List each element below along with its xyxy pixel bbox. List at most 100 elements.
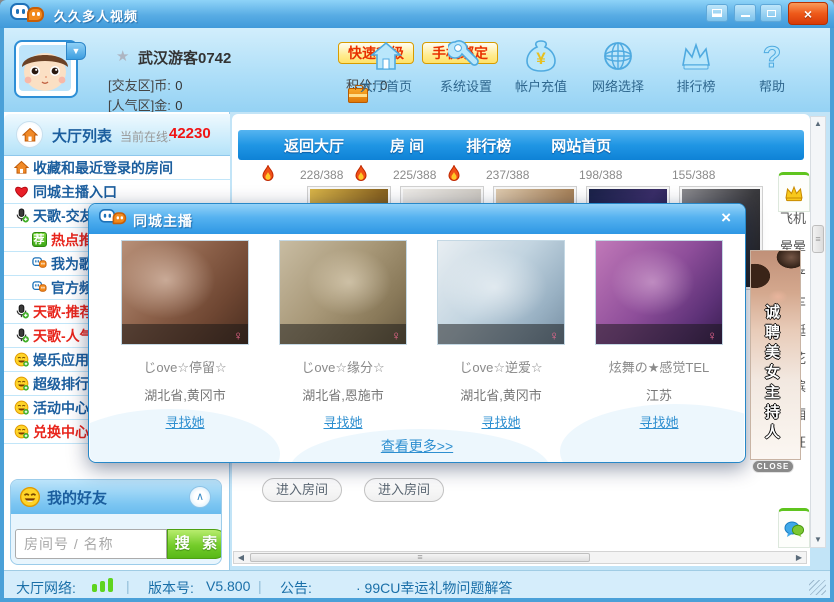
find-her-link[interactable]: 寻找她 [481, 412, 520, 431]
signal-bar-icon [100, 581, 105, 592]
tab-back-to-hall[interactable]: 返回大厅 [284, 135, 344, 156]
logo-bubbles-icon [30, 256, 48, 271]
minimize-button[interactable] [734, 4, 756, 22]
anchor-location: 湖北省,恩施市 [279, 385, 407, 404]
banner-text: 诚聘美女主持人 [765, 303, 782, 443]
anchor-photo[interactable]: ♀ [279, 240, 407, 345]
smiley-icon [19, 486, 41, 508]
modal-header[interactable]: 同城主播 × [89, 204, 745, 234]
signal-bar-icon [108, 578, 113, 592]
anchor-photo[interactable]: ♀ [595, 240, 723, 345]
find-her-link[interactable]: 寻找她 [323, 412, 362, 431]
svg-text:?: ? [763, 41, 781, 74]
nav-hall-home[interactable]: 大厅首页 [354, 38, 418, 114]
notice-label: 公告: [280, 578, 312, 598]
nav-icon-label: 系统设置 [434, 76, 498, 95]
title-bar: 久久多人视频 × [0, 0, 834, 28]
app-logo-icon [10, 3, 48, 25]
notice-text[interactable]: · 99CU幸运礼物问题解答 [356, 578, 512, 598]
female-icon: ♀ [391, 328, 401, 343]
photo-strip: ♀ [122, 324, 248, 344]
tab-website-home[interactable]: 网站首页 [551, 135, 611, 156]
nav-ranking[interactable]: 排行榜 [664, 38, 728, 114]
enter-room-button[interactable]: 进入房间 [364, 478, 444, 502]
chat-bubbles-icon [784, 520, 804, 538]
skin-button[interactable] [706, 4, 728, 22]
popularity-gold-value: 0 [175, 98, 182, 113]
network-label: 大厅网络: [16, 578, 76, 598]
vertical-scroll-thumb[interactable]: ≡ [812, 225, 824, 253]
smiley-icon [12, 424, 30, 439]
nav-account-recharge[interactable]: 帐户充值 [509, 38, 573, 114]
female-icon: ♀ [549, 328, 559, 343]
scroll-down-arrow[interactable]: ▼ [812, 534, 824, 546]
banner-close-button[interactable]: CLOSE [752, 460, 794, 473]
resize-grip[interactable] [809, 580, 826, 595]
popularity-gold-label: [人气区]金: [108, 98, 171, 113]
room-search-input[interactable] [15, 529, 167, 559]
enter-room-button[interactable]: 进入房间 [262, 478, 342, 502]
nav-icon-label: 大厅首页 [354, 76, 418, 95]
globe-icon [600, 38, 636, 74]
find-her-link[interactable]: 寻找她 [639, 412, 678, 431]
city-anchors-modal: 同城主播 × ♀ じove☆停留☆ 湖北省,黄冈市 寻找她 ♀ じove☆缘分☆… [88, 203, 746, 463]
room-count: 225/388 [393, 168, 436, 182]
nav-icon-label: 排行榜 [664, 76, 728, 95]
chat-tab[interactable] [778, 508, 810, 548]
female-icon: ♀ [233, 328, 243, 343]
friends-panel: 我的好友 ∧ 搜 索 [10, 479, 222, 565]
friend-coin-label: [交友区]币: [108, 78, 171, 93]
smiley-icon [12, 376, 30, 391]
tab-rooms[interactable]: 房 间 [390, 135, 424, 156]
home-icon [368, 38, 404, 74]
anchor-location: 湖北省,黄冈市 [437, 385, 565, 404]
online-label: 当前在线: [120, 128, 171, 145]
room-count: 198/388 [579, 168, 622, 182]
house-icon [12, 160, 30, 175]
gift-rank-tab[interactable] [778, 172, 810, 212]
nav-icon-label: 网络选择 [586, 76, 650, 95]
smiley-icon [12, 352, 30, 367]
hall-list-title: 大厅列表 [52, 125, 112, 146]
anchor-photo[interactable]: ♀ [121, 240, 249, 345]
maximize-button[interactable] [760, 4, 782, 22]
recruit-banner[interactable]: 诚聘美女主持人 [750, 250, 801, 460]
avatar-dropdown[interactable]: ▼ [66, 42, 86, 60]
close-button[interactable]: × [788, 2, 828, 25]
anchor-photo[interactable]: ♀ [437, 240, 565, 345]
wrench-icon [448, 38, 484, 74]
modal-close-icon[interactable]: × [721, 208, 731, 228]
microphone-icon [12, 208, 30, 223]
modal-body: ♀ じove☆停留☆ 湖北省,黄冈市 寻找她 ♀ じove☆缘分☆ 湖北省,恩施… [90, 234, 744, 462]
chevron-up-icon: ∧ [196, 491, 204, 503]
scroll-right-arrow[interactable]: ▶ [793, 552, 805, 563]
online-count: 42230 [169, 125, 211, 142]
horizontal-scrollbar[interactable]: ◀ ≡ ▶ [233, 551, 807, 564]
modal-title: 同城主播 [133, 211, 193, 231]
friends-bar[interactable]: 我的好友 ∧ [11, 480, 221, 514]
moneybag-icon [523, 38, 559, 74]
anchor-location: 江苏 [595, 385, 723, 404]
horizontal-scroll-thumb[interactable]: ≡ [250, 553, 590, 562]
scroll-left-arrow[interactable]: ◀ [235, 552, 247, 563]
anchor-card: ♀ 炫舞の★感觉TEL 江苏 寻找她 [595, 234, 723, 432]
nav-system-settings[interactable]: 系统设置 [434, 38, 498, 114]
sidebar-item-favorites[interactable]: 收藏和最近登录的房间 [4, 156, 230, 180]
scroll-up-arrow[interactable]: ▲ [812, 118, 824, 130]
tab-ranking[interactable]: 排行榜 [466, 135, 511, 156]
nav-network-select[interactable]: 网络选择 [586, 38, 650, 114]
avatar-image [19, 45, 71, 91]
nav-help[interactable]: ? 帮助 [740, 38, 804, 114]
sidebar-item-city-anchors[interactable]: 同城主播入口 [4, 180, 230, 204]
see-more-link[interactable]: 查看更多>> [90, 436, 744, 456]
signal-bar-icon [92, 584, 97, 592]
gift-item: 飞机 [758, 208, 806, 227]
microphone-icon [12, 304, 30, 319]
vertical-scrollbar[interactable]: ▲ ≡ ▼ [810, 116, 826, 548]
search-button[interactable]: 搜 索 [167, 529, 222, 559]
find-her-link[interactable]: 寻找她 [165, 412, 204, 431]
rank-star-icon: ★ [116, 47, 129, 65]
friend-coin-value: 0 [175, 78, 182, 93]
collapse-button[interactable]: ∧ [189, 486, 211, 508]
hot-flame-icon [260, 165, 276, 183]
